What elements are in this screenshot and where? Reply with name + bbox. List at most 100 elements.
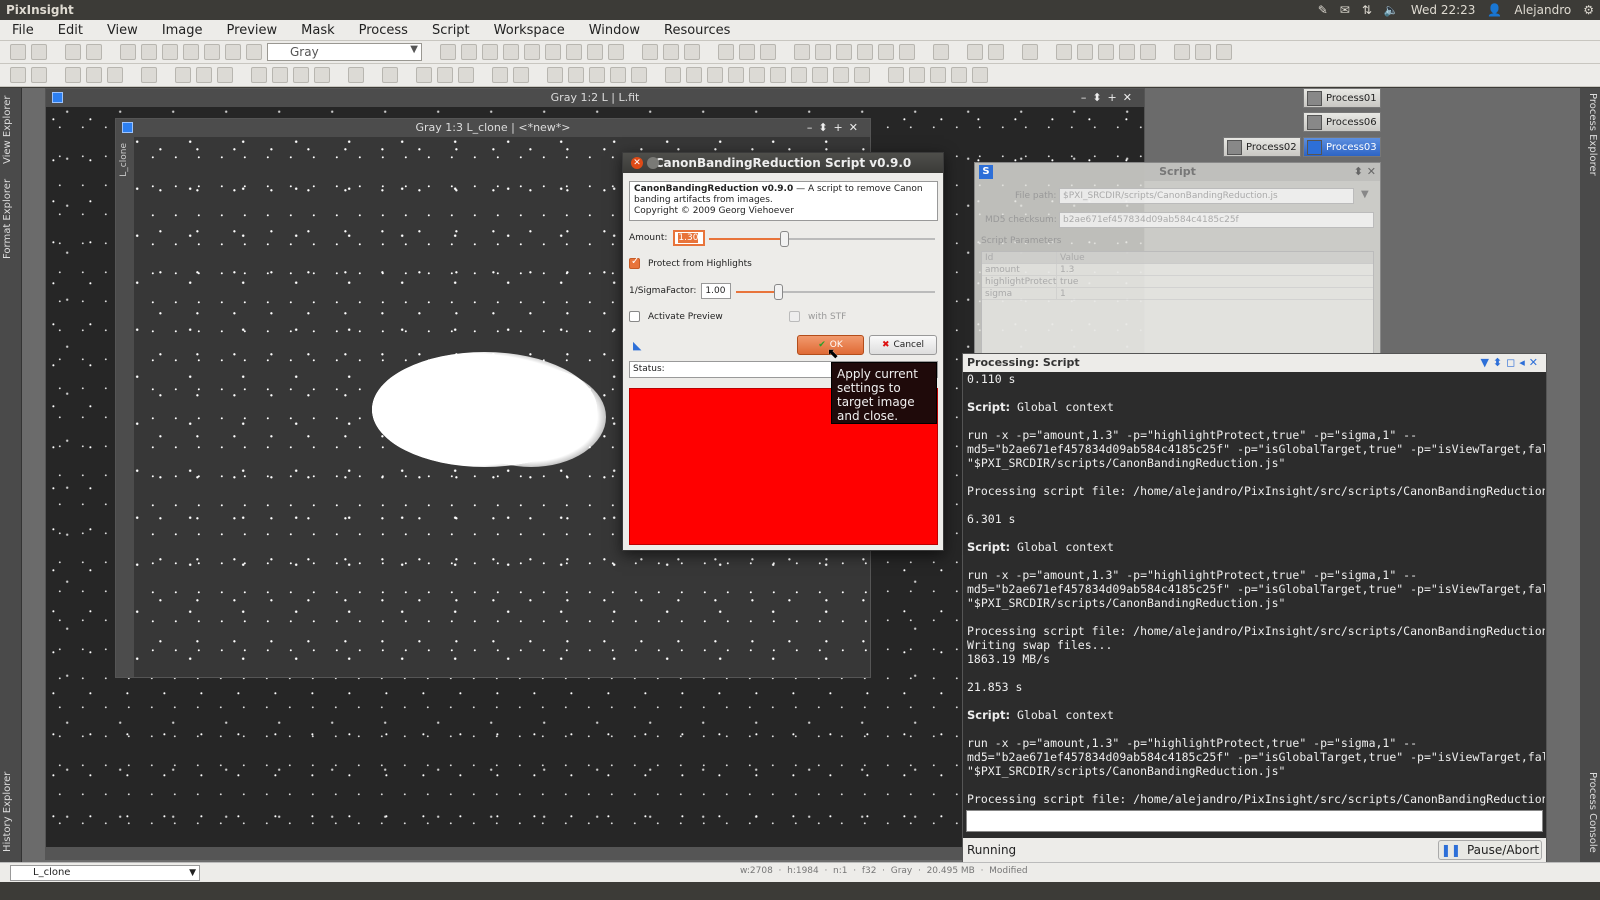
export-icon[interactable] [225, 44, 241, 60]
process-console-tab[interactable]: Process Console [1582, 770, 1598, 854]
process-icon-01[interactable]: Process01 [1303, 88, 1381, 108]
mask-remove-icon[interactable] [86, 67, 102, 83]
overlay-2-icon[interactable] [909, 67, 925, 83]
swatch-3-icon[interactable] [707, 67, 723, 83]
flip-vertical-icon[interactable] [631, 67, 647, 83]
align-icon[interactable] [437, 67, 453, 83]
integrate-icon[interactable] [458, 67, 474, 83]
overlay-1-icon[interactable] [888, 67, 904, 83]
overlay-3-icon[interactable] [930, 67, 946, 83]
close-icon[interactable] [162, 44, 178, 60]
zoom-in-icon[interactable] [503, 44, 519, 60]
md5-field[interactable]: b2ae671ef457834d09ab584c4185c25f [1059, 212, 1374, 228]
console-log[interactable]: 0.110 s Script: Global context run -x -p="… [967, 372, 1545, 810]
swatch-8-icon[interactable] [812, 67, 828, 83]
image-window-clone-title[interactable]: Gray 1:3 L_clone | <*new*> –⬍+✕ [116, 119, 870, 137]
rotate-left-icon[interactable] [547, 67, 563, 83]
fit-icon[interactable] [461, 44, 477, 60]
swatch-5-icon[interactable] [749, 67, 765, 83]
console-title-bar[interactable]: Processing: Script ▼⬍◻◂✕ [963, 354, 1546, 372]
new-instance-icon[interactable]: ◣ [633, 339, 641, 352]
image-window-side-tab[interactable]: L_clone [116, 137, 134, 677]
activate-preview-checkbox[interactable] [629, 311, 640, 322]
zoom-1-icon[interactable] [482, 44, 498, 60]
script-icon[interactable] [1174, 44, 1190, 60]
process-icon-02[interactable]: Process02 [1223, 137, 1301, 157]
menu-mask[interactable]: Mask [289, 23, 346, 38]
colorspace-select[interactable]: Gray ▼ [267, 43, 422, 61]
wavelet-icon[interactable] [293, 67, 309, 83]
process-icon-06[interactable]: Process06 [1303, 112, 1381, 132]
resample-icon[interactable] [196, 67, 212, 83]
pan-icon[interactable] [440, 44, 456, 60]
console-input[interactable] [966, 810, 1543, 832]
process-icon[interactable] [1140, 44, 1156, 60]
window-minimize-all-icon[interactable] [836, 44, 852, 60]
amount-input[interactable]: 1.30 [673, 230, 706, 246]
console-icon[interactable] [1098, 44, 1114, 60]
window-restore-icon[interactable] [857, 44, 873, 60]
shape-square-icon[interactable] [492, 67, 508, 83]
window-controls[interactable]: –⬍+✕ [807, 119, 864, 137]
workspace-prev-icon[interactable] [967, 44, 983, 60]
edit-icon[interactable]: ✎ [1318, 3, 1328, 17]
menu-image[interactable]: Image [150, 23, 215, 38]
format-explorer-tab[interactable]: Format Explorer [2, 174, 20, 264]
cancel-button[interactable]: ✖ Cancel [869, 335, 937, 355]
gear-icon[interactable]: ⚙ [1583, 3, 1594, 17]
amount-slider[interactable] [709, 231, 935, 247]
crop-icon[interactable] [175, 67, 191, 83]
lock-icon[interactable] [1022, 44, 1038, 60]
mail-icon[interactable]: ✉ [1340, 3, 1350, 17]
pause-abort-button[interactable]: ❚❚ Pause/Abort [1438, 840, 1542, 860]
save-icon[interactable] [141, 44, 157, 60]
swatch-7-icon[interactable] [791, 67, 807, 83]
process-explorer-tab[interactable]: Process Explorer [1582, 92, 1598, 176]
volume-icon[interactable]: 🔈 [1384, 3, 1399, 17]
channel-r-icon[interactable] [642, 44, 658, 60]
sigma-slider-knob[interactable] [774, 284, 783, 300]
file-path-field[interactable]: $PXI_SRCDIR/scripts/CanonBandingReductio… [1059, 188, 1354, 204]
view-explorer-tab[interactable]: View Explorer [2, 92, 20, 168]
deconvolution-icon[interactable] [272, 67, 288, 83]
readout-icon[interactable] [545, 44, 561, 60]
preview-edit-icon[interactable] [739, 44, 755, 60]
preview-delete-icon[interactable] [760, 44, 776, 60]
chevron-down-icon[interactable]: ▼ [1361, 189, 1369, 200]
menu-workspace[interactable]: Workspace [482, 23, 577, 38]
preview-new-icon[interactable] [718, 44, 734, 60]
undo-icon[interactable] [10, 44, 26, 60]
protect-highlights-checkbox[interactable] [629, 256, 640, 269]
console-controls[interactable]: ▼⬍◻◂✕ [1480, 354, 1542, 372]
mask-show-icon[interactable] [10, 67, 26, 83]
horizontal-scrollbar[interactable] [45, 848, 962, 860]
pointer-icon[interactable] [566, 44, 582, 60]
menu-script[interactable]: Script [420, 23, 482, 38]
channel-g-icon[interactable] [663, 44, 679, 60]
table-row[interactable]: amount 1.3 [982, 264, 1373, 276]
shape-square-filled-icon[interactable] [513, 67, 529, 83]
magnifier-out-icon[interactable] [608, 44, 624, 60]
process-icon-03[interactable]: Process03 [1303, 137, 1381, 157]
channel-b-icon[interactable] [684, 44, 700, 60]
info-icon[interactable] [246, 44, 262, 60]
menu-window[interactable]: Window [577, 23, 652, 38]
mask-select-icon[interactable] [107, 67, 123, 83]
menu-preview[interactable]: Preview [215, 23, 290, 38]
fullscreen-icon[interactable] [933, 44, 949, 60]
mask-invert-icon[interactable] [65, 67, 81, 83]
menu-process[interactable]: Process [347, 23, 420, 38]
script-run-icon[interactable] [1216, 44, 1232, 60]
panel-controls[interactable]: ⬍ ✕ [1354, 163, 1376, 181]
explorer-icon[interactable] [1056, 44, 1072, 60]
history-explorer-tab[interactable]: History Explorer [2, 770, 20, 854]
swatch-10-icon[interactable] [854, 67, 870, 83]
menu-view[interactable]: View [95, 23, 150, 38]
swatch-9-icon[interactable] [833, 67, 849, 83]
transform-icon[interactable] [416, 67, 432, 83]
display-icon[interactable] [141, 67, 157, 83]
view-selector[interactable]: L_clone ▼ [10, 864, 200, 881]
grid-icon[interactable] [314, 67, 330, 83]
dialog-title-bar[interactable]: ✕ CanonBandingReduction Script v0.9.0 [623, 153, 943, 173]
menu-file[interactable]: File [0, 23, 46, 38]
